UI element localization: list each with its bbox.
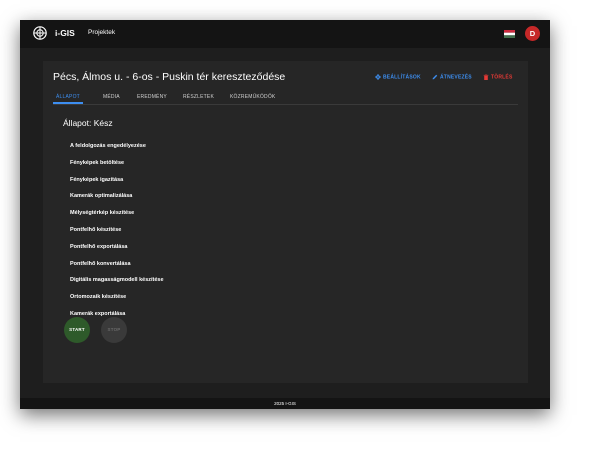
settings-button[interactable]: BEÁLLÍTÁSOK [375,74,421,80]
tab-eredmeny[interactable]: EREDMÉNY [137,94,167,100]
brand-name[interactable]: i-GIS [55,28,75,38]
app-window: i-GIS Projektek D Pécs, Álmos u. - 6-os … [20,20,550,409]
processing-step: Pontfelhő konvertálása [70,260,131,267]
user-avatar[interactable]: D [525,26,540,41]
project-title: Pécs, Álmos u. - 6-os - Puskin tér keres… [53,71,286,83]
delete-button[interactable]: TÖRLÉS [483,74,512,80]
globe-logo-icon[interactable] [33,26,47,40]
processing-steps-list: A feldolgozás engedélyezése Fényképek be… [70,143,164,328]
project-card: Pécs, Álmos u. - 6-os - Puskin tér keres… [43,61,528,383]
start-button[interactable]: START [64,317,90,343]
nav-projects-link[interactable]: Projektek [88,29,115,36]
processing-step: Kamerák optimalizálása [70,193,133,200]
tab-kozremukodok[interactable]: KÖZREMŰKÖDŐK [230,94,275,100]
processing-step: Mélységtérkép készítése [70,210,135,217]
gear-icon [375,74,381,80]
trash-icon [483,74,489,80]
hungarian-flag-icon[interactable] [504,30,515,38]
settings-label: BEÁLLÍTÁSOK [383,74,421,81]
processing-step: Fényképek igazítása [70,176,124,183]
processing-step: Fényképek betöltése [70,159,125,166]
footer-copyright: 2025 I-GIS [20,398,550,409]
processing-step: Ortomozaik készítése [70,294,127,301]
project-tabs: ÁLLAPOT MÉDIA EREDMÉNY RÉSZLETEK KÖZREMŰ… [53,92,518,105]
processing-step: Pontfelhő exportálása [70,243,128,250]
stop-button[interactable]: STOP [101,317,127,343]
delete-label: TÖRLÉS [491,74,513,81]
tab-media[interactable]: MÉDIA [103,94,120,100]
processing-step: Digitális magasságmodell készítése [70,277,164,284]
processing-step: A feldolgozás engedélyezése [70,143,146,149]
pencil-icon [432,74,438,80]
tab-allapot[interactable]: ÁLLAPOT [56,94,80,100]
status-heading: Állapot: Kész [63,118,113,128]
processing-step: Pontfelhő készítése [70,226,122,233]
tab-reszletek[interactable]: RÉSZLETEK [183,94,214,100]
top-app-bar: i-GIS Projektek D [20,20,550,48]
rename-label: ÁTNEVEZÉS [440,74,472,81]
rename-button[interactable]: ÁTNEVEZÉS [432,74,472,80]
active-tab-indicator [53,102,83,104]
